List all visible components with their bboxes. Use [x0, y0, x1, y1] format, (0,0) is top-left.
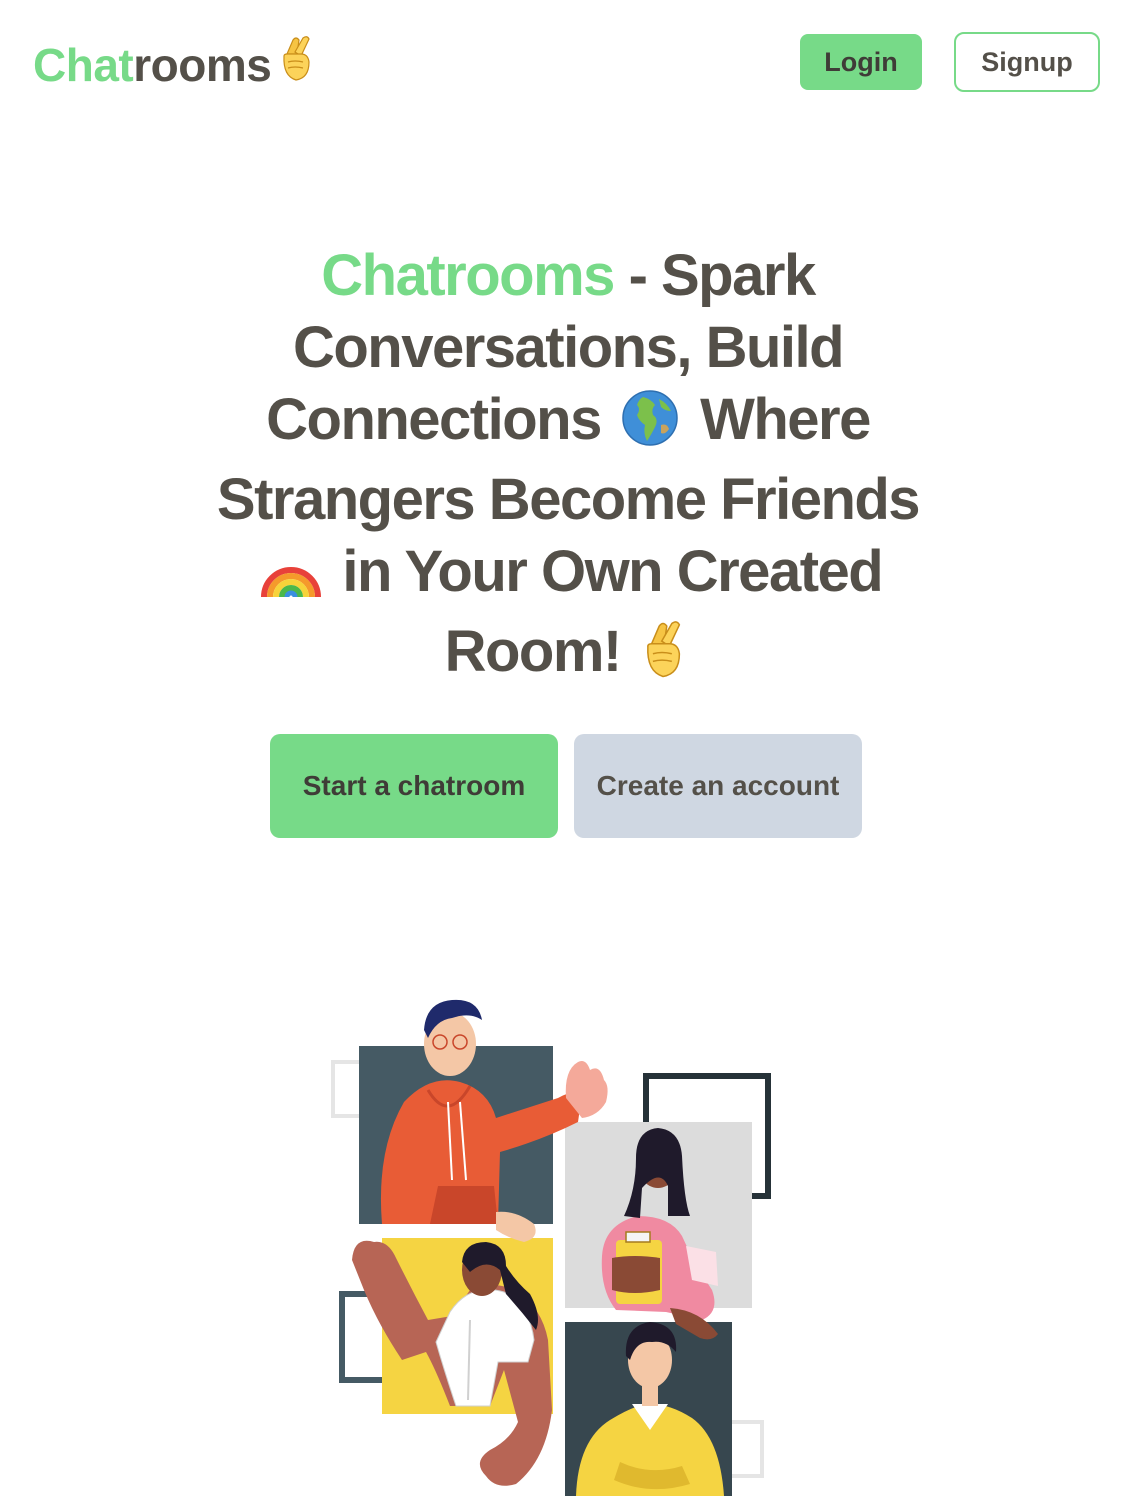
login-button[interactable]: Login — [800, 34, 922, 90]
crossed-fingers-icon — [641, 621, 685, 696]
hero-title-part3: in Your Own Created Room! — [342, 539, 883, 684]
rainbow-icon — [260, 541, 322, 616]
brand-logo[interactable]: Chat rooms — [33, 36, 313, 94]
landing-page: Chat rooms Login Signup Chatrooms - Spark… — [0, 0, 1136, 1496]
brand-rest-text: rooms — [133, 39, 272, 91]
create-account-button[interactable]: Create an account — [574, 734, 862, 838]
brand-accent-text: Chat — [33, 39, 134, 91]
navbar: Chat rooms Login Signup — [0, 0, 1136, 124]
start-chatroom-button[interactable]: Start a chatroom — [270, 734, 558, 838]
hero-title-accent: Chatrooms — [321, 243, 615, 308]
signup-button[interactable]: Signup — [954, 32, 1100, 92]
hero-title: Chatrooms - Spark Conversations, Build C… — [180, 240, 956, 696]
globe-icon — [621, 389, 679, 464]
crossed-fingers-icon — [279, 36, 313, 94]
people-chat-illustration — [320, 990, 790, 1496]
